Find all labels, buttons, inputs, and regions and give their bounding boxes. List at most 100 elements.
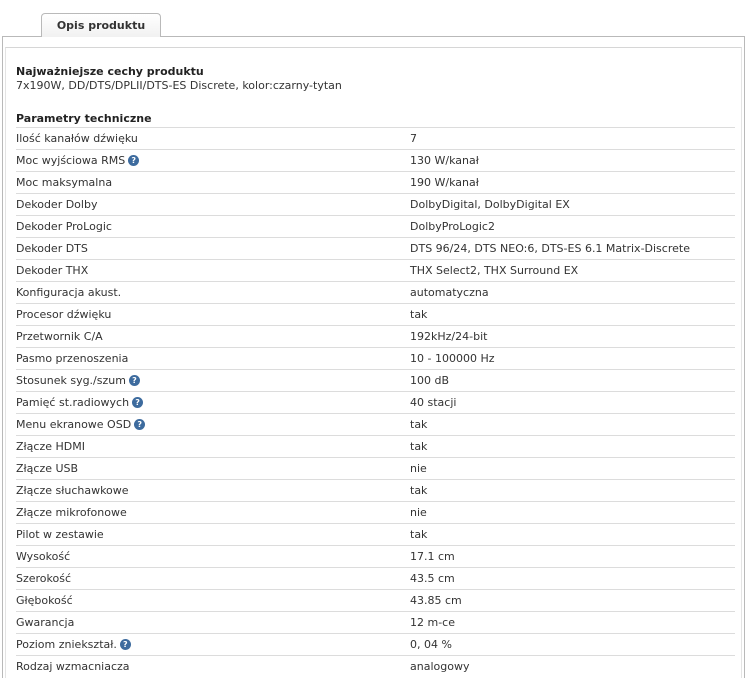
param-label-cell: Złącze mikrofonowe	[16, 506, 410, 519]
table-row: Rodzaj wzmacniacza analogowy	[16, 655, 735, 677]
param-label-cell: Dekoder Dolby	[16, 198, 410, 211]
param-value: 192kHz/24-bit	[410, 330, 488, 343]
help-icon[interactable]: ?	[134, 419, 146, 430]
param-label: Złącze USB	[16, 462, 79, 475]
table-row: Wysokość 17.1 cm	[16, 545, 735, 567]
param-label-cell: Konfiguracja akust.	[16, 286, 410, 299]
panel-content: Najważniejsze cechy produktu 7x190W, DD/…	[5, 47, 742, 678]
param-label-cell: Przetwornik C/A	[16, 330, 410, 343]
features-section: Najważniejsze cechy produktu 7x190W, DD/…	[16, 65, 342, 92]
params-title: Parametry techniczne	[16, 112, 152, 125]
param-label-cell: Procesor dźwięku	[16, 308, 410, 321]
table-row: Szerokość 43.5 cm	[16, 567, 735, 589]
table-row: Moc wyjściowa RMS? 130 W/kanał	[16, 149, 735, 171]
table-row: Dekoder DTS DTS 96/24, DTS NEO:6, DTS-ES …	[16, 237, 735, 259]
param-label: Złącze HDMI	[16, 440, 85, 453]
param-label: Pamięć st.radiowych	[16, 396, 130, 409]
param-label-cell: Pasmo przenoszenia	[16, 352, 410, 365]
param-label-cell: Menu ekranowe OSD?	[16, 418, 410, 431]
param-label: Ilość kanałów dźwięku	[16, 132, 138, 145]
param-label: Złącze mikrofonowe	[16, 506, 127, 519]
table-row: Złącze mikrofonowe nie	[16, 501, 735, 523]
param-label-cell: Pamięć st.radiowych?	[16, 396, 410, 409]
table-row: Pilot w zestawie tak	[16, 523, 735, 545]
features-title: Najważniejsze cechy produktu	[16, 65, 204, 78]
param-label: Głębokość	[16, 594, 73, 607]
table-row: Ilość kanałów dźwięku 7	[16, 127, 735, 149]
param-label: Dekoder DTS	[16, 242, 88, 255]
param-value: DTS 96/24, DTS NEO:6, DTS-ES 6.1 Matrix-…	[410, 242, 690, 255]
help-icon[interactable]: ?	[132, 397, 144, 408]
param-value: 0, 04 %	[410, 638, 452, 651]
table-row: Dekoder THX THX Select2, THX Surround EX	[16, 259, 735, 281]
param-label-cell: Wysokość	[16, 550, 410, 563]
table-row: Moc maksymalna 190 W/kanał	[16, 171, 735, 193]
help-icon[interactable]: ?	[128, 155, 140, 166]
param-label: Stosunek syg./szum	[16, 374, 126, 387]
param-value: 10 - 100000 Hz	[410, 352, 495, 365]
param-label-cell: Poziom zniekształ.?	[16, 638, 410, 651]
param-value: nie	[410, 462, 427, 475]
param-value: automatyczna	[410, 286, 489, 299]
param-label: Dekoder ProLogic	[16, 220, 112, 233]
param-value: 17.1 cm	[410, 550, 455, 563]
param-label-cell: Stosunek syg./szum?	[16, 374, 410, 387]
param-value: 43.85 cm	[410, 594, 462, 607]
param-value: analogowy	[410, 660, 470, 673]
param-value: 100 dB	[410, 374, 450, 387]
tab-bar: Opis produktu	[0, 0, 746, 37]
param-value: tak	[410, 484, 428, 497]
features-description: 7x190W, DD/DTS/DPLII/DTS-ES Discrete, ko…	[16, 79, 342, 92]
param-label-cell: Ilość kanałów dźwięku	[16, 132, 410, 145]
table-row: Pasmo przenoszenia 10 - 100000 Hz	[16, 347, 735, 369]
table-row: Przetwornik C/A 192kHz/24-bit	[16, 325, 735, 347]
param-label: Dekoder Dolby	[16, 198, 98, 211]
param-value: THX Select2, THX Surround EX	[410, 264, 579, 277]
param-value: 40 stacji	[410, 396, 457, 409]
param-label: Przetwornik C/A	[16, 330, 103, 343]
table-row: Poziom zniekształ.? 0, 04 %	[16, 633, 735, 655]
params-table: Ilość kanałów dźwięku 7 Moc wyjściowa RMS?…	[16, 127, 735, 677]
help-icon[interactable]: ?	[128, 375, 140, 386]
param-label-cell: Dekoder DTS	[16, 242, 410, 255]
param-value: tak	[410, 308, 428, 321]
table-row: Dekoder Dolby DolbyDigital, DolbyDigital …	[16, 193, 735, 215]
param-label: Rodzaj wzmacniacza	[16, 660, 130, 673]
param-label-cell: Dekoder ProLogic	[16, 220, 410, 233]
table-row: Konfiguracja akust. automatyczna	[16, 281, 735, 303]
product-description-panel: Najważniejsze cechy produktu 7x190W, DD/…	[2, 36, 745, 678]
param-label: Procesor dźwięku	[16, 308, 112, 321]
param-label: Pasmo przenoszenia	[16, 352, 129, 365]
param-label: Konfiguracja akust.	[16, 286, 122, 299]
param-value: 43.5 cm	[410, 572, 455, 585]
param-label: Pilot w zestawie	[16, 528, 104, 541]
help-icon[interactable]: ?	[119, 639, 131, 650]
table-row: Dekoder ProLogic DolbyProLogic2	[16, 215, 735, 237]
param-label-cell: Złącze HDMI	[16, 440, 410, 453]
table-row: Złącze USB nie	[16, 457, 735, 479]
table-row: Pamięć st.radiowych? 40 stacji	[16, 391, 735, 413]
table-row: Głębokość 43.85 cm	[16, 589, 735, 611]
param-label-cell: Głębokość	[16, 594, 410, 607]
param-label-cell: Złącze słuchawkowe	[16, 484, 410, 497]
param-value: 190 W/kanał	[410, 176, 479, 189]
param-value: tak	[410, 440, 428, 453]
param-label: Moc maksymalna	[16, 176, 113, 189]
param-label-cell: Moc wyjściowa RMS?	[16, 154, 410, 167]
param-label-cell: Złącze USB	[16, 462, 410, 475]
param-value: 7	[410, 132, 417, 145]
table-row: Złącze słuchawkowe tak	[16, 479, 735, 501]
param-label-cell: Pilot w zestawie	[16, 528, 410, 541]
param-value: tak	[410, 528, 428, 541]
table-row: Stosunek syg./szum? 100 dB	[16, 369, 735, 391]
param-label-cell: Dekoder THX	[16, 264, 410, 277]
tab-opis-produktu[interactable]: Opis produktu	[41, 13, 161, 37]
param-label: Szerokość	[16, 572, 72, 585]
param-value: DolbyDigital, DolbyDigital EX	[410, 198, 570, 211]
param-label: Wysokość	[16, 550, 71, 563]
param-label: Dekoder THX	[16, 264, 89, 277]
param-value: 130 W/kanał	[410, 154, 479, 167]
param-label-cell: Moc maksymalna	[16, 176, 410, 189]
param-label: Menu ekranowe OSD	[16, 418, 132, 431]
param-label: Moc wyjściowa RMS	[16, 154, 126, 167]
